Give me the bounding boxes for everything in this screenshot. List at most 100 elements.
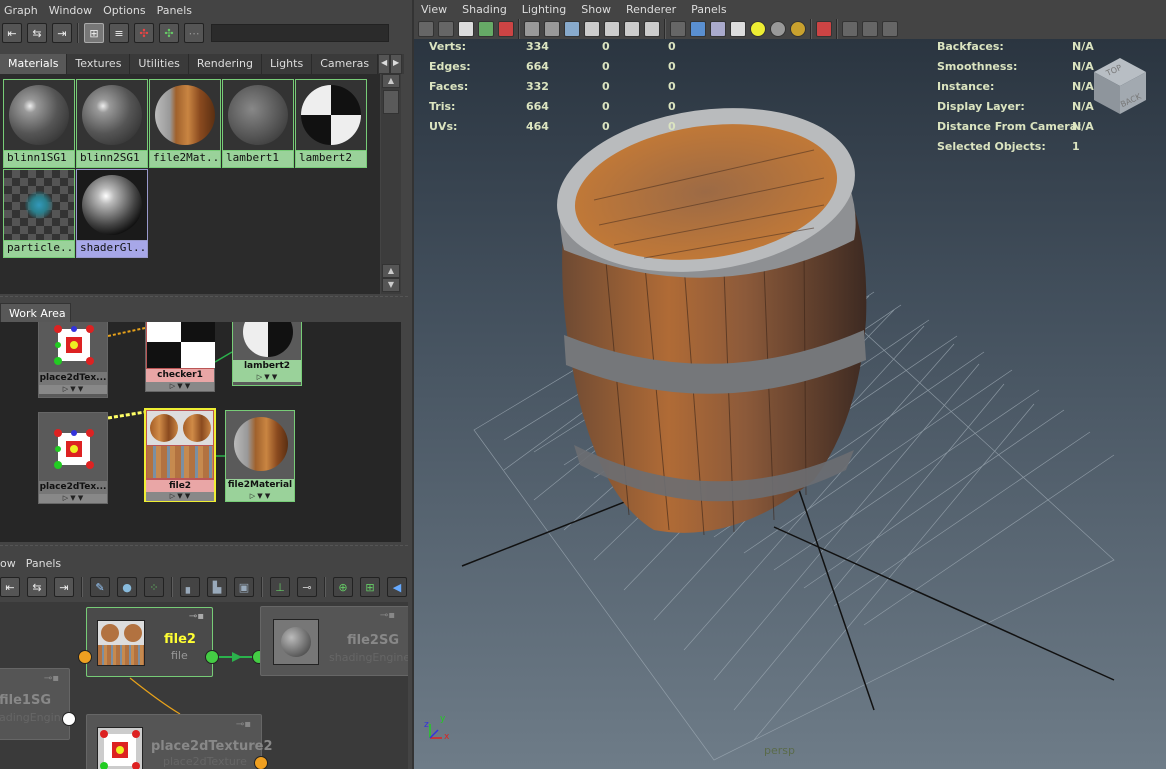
- graph-output-icon[interactable]: ⇥: [52, 23, 72, 43]
- tab-work-area[interactable]: Work Area: [0, 303, 71, 323]
- material-swatch[interactable]: lambert1: [222, 79, 294, 169]
- scroll-down-icon[interactable]: ▼: [382, 278, 400, 292]
- place2dtexture2-hnode[interactable]: place2dTexture2 place2dTexture ⊸▪: [86, 714, 273, 769]
- connect-icon[interactable]: ⊸: [297, 577, 317, 597]
- output-port[interactable]: [62, 712, 76, 726]
- film-gate-icon[interactable]: [544, 21, 560, 37]
- node-ports-bar[interactable]: ▷ ▼ ▼: [226, 492, 294, 501]
- sphere-icon[interactable]: ●: [117, 577, 137, 597]
- place2d-node[interactable]: place2dTex... ▷ ▼ ▼: [38, 322, 108, 398]
- select-upstream-icon[interactable]: ✣: [134, 23, 154, 43]
- input-port[interactable]: [78, 650, 92, 664]
- file2-hnode[interactable]: file2 file ⊸▪: [86, 607, 213, 677]
- panel-divider[interactable]: [0, 296, 408, 301]
- graph-layout-icon[interactable]: ⁘: [144, 577, 164, 597]
- clear-graph-icon[interactable]: ⊞: [84, 23, 104, 43]
- 2d-pan-zoom-icon[interactable]: [498, 21, 514, 37]
- tab-materials[interactable]: Materials: [0, 54, 68, 74]
- resolution-gate-icon[interactable]: [564, 21, 580, 37]
- grid-icon[interactable]: [524, 21, 540, 37]
- material-swatch[interactable]: blinn2SG1: [76, 79, 148, 169]
- file2sg-hnode[interactable]: file2SG shadingEngine ⊸▪: [260, 606, 408, 676]
- bookmark-icon[interactable]: [458, 21, 474, 37]
- textured-icon[interactable]: [730, 21, 746, 37]
- swatch-medium-icon[interactable]: ▙: [207, 577, 227, 597]
- xray-joints-icon[interactable]: [862, 21, 878, 37]
- graph-io-icon[interactable]: ⇆: [27, 23, 47, 43]
- menu-options[interactable]: Options: [99, 4, 152, 17]
- safe-title-icon[interactable]: [644, 21, 660, 37]
- menu-window[interactable]: ow: [0, 557, 26, 570]
- tab-scroll-right-icon[interactable]: ▶: [390, 54, 403, 74]
- swatch-small-icon[interactable]: ▖: [180, 577, 200, 597]
- tab-rendering[interactable]: Rendering: [189, 54, 262, 74]
- pin-icon[interactable]: ⊥: [270, 577, 290, 597]
- menu-show[interactable]: Show: [574, 3, 619, 16]
- menu-view[interactable]: View: [414, 3, 455, 16]
- pin-icon[interactable]: ⊸▪: [380, 610, 395, 621]
- smooth-shade-icon[interactable]: [690, 21, 706, 37]
- file2-node[interactable]: file2 ▷ ▼ ▼: [144, 408, 216, 502]
- graph-output-icon[interactable]: ⇥: [54, 577, 74, 597]
- panel-divider[interactable]: [0, 545, 408, 550]
- node-ports-bar[interactable]: ▷ ▼ ▼: [146, 492, 214, 501]
- perspective-viewport[interactable]: View Shading Lighting Show Renderer Pane…: [412, 0, 1166, 769]
- safe-action-icon[interactable]: [624, 21, 640, 37]
- field-chart-icon[interactable]: [604, 21, 620, 37]
- checker-node[interactable]: checker1 ▷ ▼ ▼: [145, 322, 215, 392]
- graph-input-icon[interactable]: ⇤: [0, 577, 20, 597]
- shadows-icon[interactable]: [770, 21, 786, 37]
- brush-icon[interactable]: ✎: [90, 577, 110, 597]
- node-ports-bar[interactable]: ▷ ▼ ▼: [39, 385, 107, 394]
- search-field[interactable]: [211, 24, 389, 42]
- frame-icon[interactable]: ⋯: [184, 23, 204, 43]
- node-ports-bar[interactable]: ▷ ▼ ▼: [146, 382, 214, 391]
- arrow-left-icon[interactable]: ◀: [387, 577, 407, 597]
- tab-textures[interactable]: Textures: [67, 54, 131, 74]
- file2material-node[interactable]: file2Material ▷ ▼ ▼: [225, 410, 295, 502]
- output-port[interactable]: [254, 756, 268, 769]
- menu-window[interactable]: Window: [45, 4, 99, 17]
- material-swatch[interactable]: file2Mat...: [149, 79, 221, 169]
- wireframe-on-shaded-icon[interactable]: [710, 21, 726, 37]
- graph-network-icon[interactable]: ⊞: [360, 577, 380, 597]
- tab-scroll-left-icon[interactable]: ◀: [378, 54, 391, 74]
- select-camera-icon[interactable]: [418, 21, 434, 37]
- pin-icon[interactable]: ⊸▪: [189, 611, 204, 622]
- graph-input-icon[interactable]: ⇤: [2, 23, 22, 43]
- share-icon[interactable]: [882, 21, 898, 37]
- material-swatch[interactable]: lambert2: [295, 79, 367, 169]
- view-cube[interactable]: TOP BACK: [1090, 56, 1150, 116]
- menu-renderer[interactable]: Renderer: [619, 3, 684, 16]
- swatch-large-icon[interactable]: ▣: [234, 577, 254, 597]
- menu-panels[interactable]: Panels: [153, 4, 199, 17]
- graph-io-icon[interactable]: ⇆: [27, 577, 47, 597]
- menu-lighting[interactable]: Lighting: [515, 3, 574, 16]
- menu-panels[interactable]: Panels: [684, 3, 734, 16]
- material-swatch[interactable]: shaderGl...: [76, 169, 148, 259]
- material-swatch[interactable]: blinn1SG1: [3, 79, 75, 169]
- add-node-icon[interactable]: ⊕: [333, 577, 353, 597]
- scroll-up-icon[interactable]: ▲: [382, 74, 400, 88]
- wireframe-icon[interactable]: [670, 21, 686, 37]
- ambient-occlusion-icon[interactable]: [790, 21, 806, 37]
- node-ports-bar[interactable]: ▷ ▼ ▼: [233, 373, 301, 382]
- scroll-thumb[interactable]: [383, 90, 399, 114]
- lights-icon[interactable]: [750, 21, 766, 37]
- pin-icon[interactable]: ⊸▪: [236, 719, 251, 730]
- gate-mask-icon[interactable]: [584, 21, 600, 37]
- output-port[interactable]: [205, 650, 219, 664]
- isolate-select-icon[interactable]: [816, 21, 832, 37]
- tab-cameras[interactable]: Cameras: [312, 54, 379, 74]
- lambert2-node[interactable]: lambert2 ▷ ▼ ▼: [232, 322, 302, 386]
- material-swatch[interactable]: particle...: [3, 169, 75, 259]
- place2d-node[interactable]: place2dTex... ▷ ▼ ▼: [38, 412, 108, 504]
- pin-icon[interactable]: ⊸▪: [44, 673, 59, 684]
- menu-panels[interactable]: Panels: [26, 557, 71, 570]
- file1sg-hnode[interactable]: file1SG adingEngine ⊸▪: [0, 668, 70, 740]
- rearrange-icon[interactable]: ≡: [109, 23, 129, 43]
- tab-utilities[interactable]: Utilities: [130, 54, 189, 74]
- camera-attributes-icon[interactable]: [438, 21, 454, 37]
- menu-shading[interactable]: Shading: [455, 3, 515, 16]
- menu-graph[interactable]: Graph: [0, 4, 45, 17]
